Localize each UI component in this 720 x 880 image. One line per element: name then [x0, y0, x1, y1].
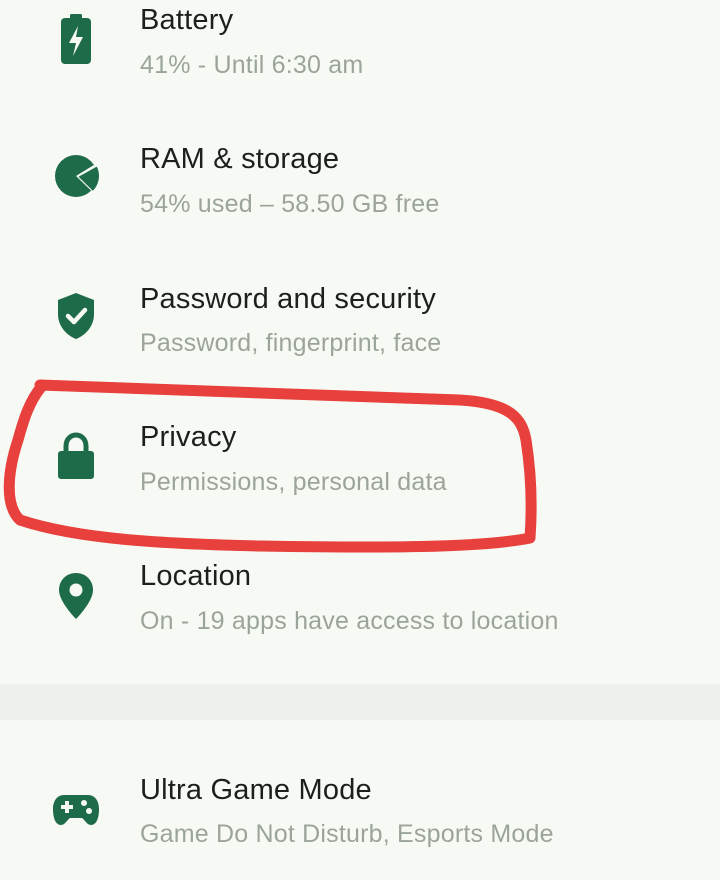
settings-item-ram-storage[interactable]: RAM & storage 54% used – 58.50 GB free: [0, 130, 720, 250]
location-pin-icon: [50, 570, 102, 622]
settings-item-password-security[interactable]: Password and security Password, fingerpr…: [0, 270, 720, 390]
battery-title: Battery: [140, 4, 234, 36]
battery-icon: [50, 14, 102, 66]
password-security-title: Password and security: [140, 283, 436, 315]
ram-storage-subtitle: 54% used – 58.50 GB free: [140, 190, 440, 218]
location-subtitle: On - 19 apps have access to location: [140, 607, 559, 635]
section-divider: [0, 684, 720, 720]
settings-item-battery[interactable]: Battery 41% - Until 6:30 am: [0, 0, 720, 120]
location-title: Location: [140, 560, 252, 592]
gamepad-icon: [50, 784, 102, 836]
ultra-game-mode-subtitle: Game Do Not Disturb, Esports Mode: [140, 820, 554, 848]
settings-item-location[interactable]: Location On - 19 apps have access to loc…: [0, 548, 720, 668]
ram-storage-title: RAM & storage: [140, 143, 340, 175]
lock-icon: [50, 430, 102, 482]
settings-item-ultra-game-mode[interactable]: Ultra Game Mode Game Do Not Disturb, Esp…: [0, 760, 720, 880]
privacy-title: Privacy: [140, 421, 237, 453]
privacy-subtitle: Permissions, personal data: [140, 468, 447, 496]
settings-item-privacy[interactable]: Privacy Permissions, personal data: [0, 408, 720, 528]
ultra-game-mode-title: Ultra Game Mode: [140, 774, 372, 806]
password-security-subtitle: Password, fingerprint, face: [140, 329, 442, 357]
battery-subtitle: 41% - Until 6:30 am: [140, 51, 364, 79]
settings-list: Battery 41% - Until 6:30 am RAM & storag…: [0, 0, 720, 848]
ram-storage-icon: [50, 150, 102, 202]
shield-check-icon: [50, 290, 102, 342]
